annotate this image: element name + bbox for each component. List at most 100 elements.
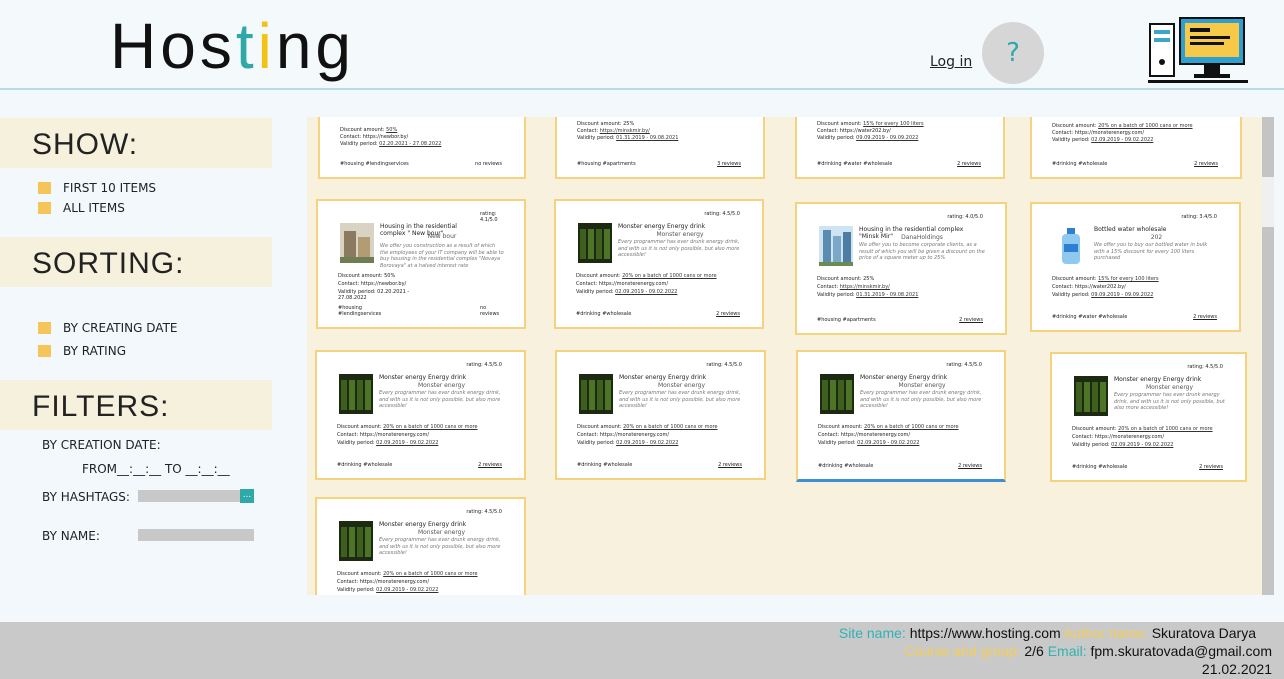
card-tags: #drinking #wholesale	[1072, 464, 1128, 470]
reviews-link[interactable]: 2 reviews	[1193, 314, 1217, 320]
name-input[interactable]	[138, 529, 254, 541]
card-description: Every programmer has ever drunk energy d…	[379, 390, 501, 409]
sort-by-date-option[interactable]: BY CREATING DATE	[38, 321, 177, 335]
card-tags: #drinking #water #wholesale	[817, 161, 893, 167]
reviews-link[interactable]: 2 reviews	[1194, 161, 1218, 167]
card-tags: #drinking #wholesale	[1052, 161, 1108, 167]
energy-drink-image	[579, 374, 613, 414]
offer-card[interactable]: rating: 4.5/5.0 Monster energy Energy dr…	[554, 199, 764, 329]
creation-date-label: BY CREATION DATE:	[42, 438, 161, 452]
card-title: Monster energy Energy drink	[1114, 376, 1202, 383]
offer-card[interactable]: rating: 3.4/5.0 Bottled water wholesale …	[1030, 202, 1241, 332]
site-logo[interactable]: Hosting	[110, 14, 355, 78]
show-first-10-option[interactable]: FIRST 10 ITEMS	[38, 181, 156, 195]
card-title: Monster energy Energy drink	[379, 374, 467, 381]
card-tags: #housing #apartments	[577, 161, 636, 167]
offer-card[interactable]: rating: 4.5/5.0 Monster energy Energy dr…	[315, 497, 526, 595]
card-rating: rating: 4.5/5.0	[1187, 364, 1223, 370]
scroll-thumb[interactable]	[1262, 117, 1274, 177]
card-company: Monster energy	[1145, 384, 1194, 391]
energy-drink-image	[578, 223, 612, 263]
reviews-link[interactable]: 2 reviews	[957, 161, 981, 167]
sort-by-rating-option[interactable]: BY RATING	[38, 344, 126, 358]
reviews-link[interactable]: 2 reviews	[718, 462, 742, 468]
show-all-option[interactable]: ALL ITEMS	[38, 201, 125, 215]
hashtags-more-button[interactable]: ...	[240, 489, 254, 503]
card-company: Monster energy	[657, 382, 706, 389]
name-label: BY NAME:	[42, 529, 100, 543]
checkbox-icon	[38, 202, 51, 214]
checkbox-icon	[38, 322, 51, 334]
offer-card[interactable]: rating: 4.5/5.0 Monster energy Energy dr…	[315, 350, 526, 480]
login-link[interactable]: Log in	[930, 54, 972, 70]
offer-card[interactable]: rating: 4.1/5.0 Housing in the residenti…	[316, 199, 526, 329]
card-rating: rating: 3.4/5.0	[1181, 214, 1217, 220]
offers-list: Discount amount: 50% Contact: https://ne…	[307, 117, 1262, 595]
offer-card[interactable]: Discount amount: 50% Contact: https://ne…	[318, 117, 526, 179]
offer-card[interactable]: rating: 4.5/5.0 Monster energy Energy dr…	[796, 350, 1006, 482]
card-description: Every programmer has ever drunk energy d…	[379, 537, 501, 556]
show-section: SHOW:	[0, 118, 272, 168]
option-label: BY CREATING DATE	[63, 321, 178, 335]
hashtags-input[interactable]	[138, 490, 240, 502]
energy-drink-image	[820, 374, 854, 414]
card-tags: #drinking #wholesale	[576, 311, 632, 317]
course-key: Course and group:	[904, 643, 1021, 659]
sorting-title: SORTING:	[32, 247, 185, 280]
card-rating: rating: 4.5/5.0	[706, 362, 742, 368]
list-scrollbar[interactable]	[1262, 117, 1274, 595]
card-description: We offer you to buy our bottled water in…	[1094, 242, 1208, 261]
header: Hosting Log in ?	[0, 0, 1284, 90]
card-description: Every programmer has ever drunk energy d…	[860, 390, 982, 409]
card-tags: #housing #lendingservices	[338, 305, 382, 317]
card-rating: rating: 4.0/5.0	[947, 214, 983, 220]
card-description: Every programmer has ever drunk energy d…	[618, 239, 740, 258]
checkbox-icon	[38, 345, 51, 357]
reviews-link[interactable]: 2 reviews	[1199, 464, 1223, 470]
water-bottle-image	[1054, 226, 1088, 266]
author-key: Author name:	[1063, 625, 1148, 641]
offer-card[interactable]: rating: 4.5/5.0 Monster energy Energy dr…	[555, 350, 766, 480]
computer-icon	[1148, 17, 1248, 83]
card-tags: #housing #lendingservices	[340, 161, 409, 167]
building-image	[340, 223, 374, 263]
sorting-section: SORTING:	[0, 237, 272, 287]
reviews-link[interactable]: 2 reviews	[959, 317, 983, 323]
offer-card[interactable]: Discount amount: 20% on a batch of 1000 …	[1030, 117, 1242, 179]
option-label: BY RATING	[63, 344, 126, 358]
help-button[interactable]: ?	[982, 22, 1044, 84]
footer-line-1: Site name: https://www.hosting.com Autho…	[839, 625, 1256, 641]
reviews-link[interactable]: 2 reviews	[958, 463, 982, 469]
checkbox-icon	[38, 182, 51, 194]
reviews-link[interactable]: no reviews	[475, 161, 502, 167]
energy-drink-image	[339, 521, 373, 561]
site-name-value: https://www.hosting.com	[909, 625, 1061, 641]
logo-text-part: Hos	[110, 10, 236, 82]
scroll-track	[1262, 227, 1274, 595]
offer-card[interactable]: rating: 4.5/5.0 Monster energy Energy dr…	[1050, 352, 1247, 482]
card-company: Monster energy	[417, 529, 466, 536]
offer-card[interactable]: Discount amount: 15% for every 100 liter…	[795, 117, 1005, 179]
card-company: Monster energy	[898, 382, 946, 389]
date-range-input[interactable]: FROM__:__:__ TO __:__:__	[82, 462, 230, 476]
card-company: DanaHoldings	[901, 234, 943, 241]
card-rating: rating: 4.5/5.0	[704, 211, 740, 217]
card-tags: #drinking #wholesale	[337, 462, 393, 468]
card-description: We offer you to become corporate clients…	[859, 242, 985, 261]
card-tags: #drinking #wholesale	[577, 462, 633, 468]
reviews-link[interactable]: no reviews	[480, 305, 502, 317]
card-title: Monster energy Energy drink	[379, 521, 467, 528]
footer-line-3: 21.02.2021	[1202, 661, 1272, 677]
offer-card[interactable]: rating: 4.0/5.0 Housing in the residenti…	[795, 202, 1007, 335]
card-title: Bottled water wholesale	[1094, 226, 1167, 233]
energy-drink-image	[339, 374, 373, 414]
show-title: SHOW:	[32, 128, 139, 161]
hashtags-label: BY HASHTAGS:	[42, 490, 130, 504]
reviews-link[interactable]: 2 reviews	[716, 311, 740, 317]
card-title: Monster energy Energy drink	[860, 374, 948, 381]
reviews-link[interactable]: 2 reviews	[478, 462, 502, 468]
offer-card[interactable]: Discount amount: 25% Contact: https://mi…	[555, 117, 765, 179]
reviews-link[interactable]: 3 reviews	[717, 161, 741, 167]
card-rating: rating: 4.5/5.0	[466, 362, 502, 368]
card-company: Monster energy	[656, 231, 704, 238]
